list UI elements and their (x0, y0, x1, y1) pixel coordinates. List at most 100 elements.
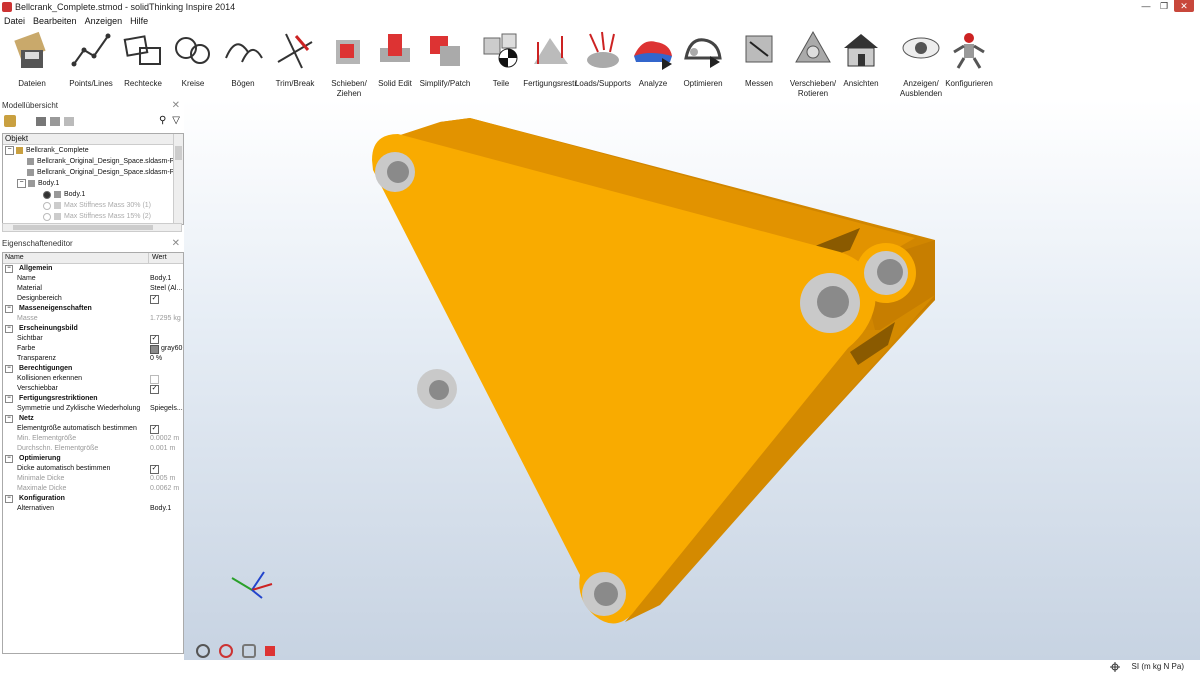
tool-schieben-ziehen[interactable]: Schieben/ Ziehen (326, 28, 372, 99)
radio-icon[interactable] (43, 212, 51, 221)
property-row[interactable]: Verschiebbar ✓ (3, 384, 183, 394)
property-category[interactable]: − Konfiguration (3, 494, 183, 504)
filter-load-icon[interactable] (64, 116, 74, 126)
collapse-icon[interactable]: − (17, 179, 26, 188)
property-row[interactable]: Transparenz 0 % (3, 354, 183, 364)
property-row[interactable]: Designbereich ✓ (3, 294, 183, 304)
tool-optimieren[interactable]: Optimieren (680, 28, 726, 89)
fit-view-icon[interactable] (242, 644, 256, 658)
property-value[interactable]: 0 % (148, 354, 183, 364)
3d-viewport[interactable] (184, 100, 1200, 660)
scroll-thumb[interactable] (13, 225, 153, 230)
close-icon[interactable]: ✕ (172, 100, 180, 112)
property-category[interactable]: − Optimierung (3, 454, 183, 464)
collapse-icon[interactable]: − (5, 455, 13, 463)
property-value[interactable]: gray60 (148, 344, 183, 354)
funnel-icon[interactable]: ▽ (172, 115, 180, 126)
collapse-icon[interactable]: − (5, 325, 13, 333)
checkbox[interactable]: ✓ (150, 384, 159, 394)
tree-row[interactable]: Bellcrank_Original_Design_Space.sldasm-P… (3, 156, 183, 167)
tree-row[interactable]: Max Stiffness Mass 30% (1) (3, 200, 183, 211)
property-row[interactable]: Material Steel (Al... (3, 284, 183, 294)
minimize-icon[interactable]: — (1138, 0, 1154, 12)
tree-horizontal-scrollbar[interactable] (2, 223, 182, 232)
property-category[interactable]: − Masseneigenschaften (3, 304, 183, 314)
zoom-area-icon[interactable] (219, 644, 233, 658)
close-icon[interactable]: ✕ (172, 238, 180, 250)
close-icon[interactable]: ✕ (1174, 0, 1194, 12)
property-row[interactable]: Masse 1.7295 kg (3, 314, 183, 324)
tool-simplify-patch[interactable]: Simplify/Patch (420, 28, 470, 89)
property-value[interactable]: Spiegels... (148, 404, 183, 414)
property-value[interactable]: 1.7295 kg (148, 314, 183, 324)
checkbox[interactable]: ✓ (150, 464, 159, 474)
property-row[interactable]: Maximale Dicke 0.0062 m (3, 484, 183, 494)
tool-trim-break[interactable]: Trim/Break (272, 28, 318, 89)
property-row[interactable]: Kollisionen erkennen (3, 374, 183, 384)
tool-solid-edit[interactable]: Solid Edit (372, 28, 418, 89)
tool-ansichten[interactable]: Ansichten (838, 28, 884, 89)
checkbox[interactable]: ✓ (150, 334, 159, 344)
brush-icon[interactable] (4, 115, 16, 127)
property-row[interactable]: Elementgröße automatisch bestimmen ✓ (3, 424, 183, 434)
tool-teile[interactable]: Teile (478, 28, 524, 89)
property-category[interactable]: − Berechtigungen (3, 364, 183, 374)
property-value[interactable]: ✓ (148, 464, 183, 474)
restore-icon[interactable]: ❐ (1156, 0, 1172, 12)
menu-anzeigen[interactable]: Anzeigen (81, 14, 127, 28)
property-row[interactable]: Min. Elementgröße 0.0002 m (3, 434, 183, 444)
collapse-icon[interactable]: − (5, 265, 13, 273)
tree-row[interactable]: − Bellcrank_Complete (3, 145, 183, 156)
tree-row[interactable]: Max Stiffness Mass 15% (2) (3, 211, 183, 222)
property-category[interactable]: − Allgemein (3, 264, 183, 274)
property-value[interactable]: ✓ (148, 424, 183, 434)
collapse-icon[interactable]: − (5, 495, 13, 503)
tool-analyze[interactable]: Analyze (630, 28, 676, 89)
property-row[interactable]: Sichtbar ✓ (3, 334, 183, 344)
property-value[interactable]: 0.005 m (148, 474, 183, 484)
filter-body-icon[interactable] (50, 116, 60, 126)
unit-system[interactable]: SI (m kg N Pa) (1132, 662, 1184, 671)
property-value[interactable] (148, 374, 183, 384)
checkbox[interactable]: ✓ (150, 424, 159, 434)
scroll-thumb[interactable] (175, 146, 182, 160)
radio-icon[interactable] (43, 201, 51, 210)
property-row[interactable]: Farbe gray60 (3, 344, 183, 354)
menu-hilfe[interactable]: Hilfe (126, 14, 152, 28)
checkbox[interactable]: ✓ (150, 294, 159, 304)
property-value[interactable]: 0.0002 m (148, 434, 183, 444)
tool-points-lines[interactable]: Points/Lines (68, 28, 114, 89)
property-category[interactable]: − Erscheinungsbild (3, 324, 183, 334)
tool-fertigungsrestr[interactable]: Fertigungsrestr. (523, 28, 579, 89)
property-value[interactable]: 0.001 m (148, 444, 183, 454)
property-value[interactable]: Body.1 (148, 274, 183, 284)
collapse-icon[interactable]: − (5, 146, 14, 155)
tree-row[interactable]: Body.1 (3, 189, 183, 200)
tool-verschieben-rotieren[interactable]: Verschieben/ Rotieren (790, 28, 836, 99)
property-value[interactable]: Body.1 (148, 504, 183, 514)
property-row[interactable]: Minimale Dicke 0.005 m (3, 474, 183, 484)
property-category[interactable]: − Fertigungsrestriktionen (3, 394, 183, 404)
property-value[interactable]: ✓ (148, 384, 183, 394)
collapse-icon[interactable]: − (5, 365, 13, 373)
collapse-icon[interactable]: − (5, 415, 13, 423)
property-row[interactable]: Symmetrie und Zyklische Wiederholung Spie… (3, 404, 183, 414)
tool-kreise[interactable]: Kreise (170, 28, 216, 89)
search-icon[interactable]: ⚲ (159, 115, 166, 126)
collapse-icon[interactable]: − (5, 395, 13, 403)
tool-loads-supports[interactable]: Loads/Supports (575, 28, 631, 89)
collapse-icon[interactable]: − (5, 305, 13, 313)
property-value[interactable]: ✓ (148, 294, 183, 304)
filter-part-icon[interactable] (36, 116, 46, 126)
property-row[interactable]: Durchschn. Elementgröße 0.001 m (3, 444, 183, 454)
menu-bearbeiten[interactable]: Bearbeiten (29, 14, 81, 28)
property-value[interactable]: Steel (Al... (148, 284, 183, 294)
property-row[interactable]: Name Body.1 (3, 274, 183, 284)
property-value[interactable]: ✓ (148, 334, 183, 344)
render-mode-icon[interactable] (265, 646, 275, 656)
tool-boegen[interactable]: Bögen (220, 28, 266, 89)
property-category[interactable]: − Netz (3, 414, 183, 424)
tool-konfigurieren[interactable]: Konfigurieren (944, 28, 994, 89)
crosshair-icon[interactable] (1110, 662, 1120, 672)
color-swatch[interactable] (150, 344, 159, 354)
